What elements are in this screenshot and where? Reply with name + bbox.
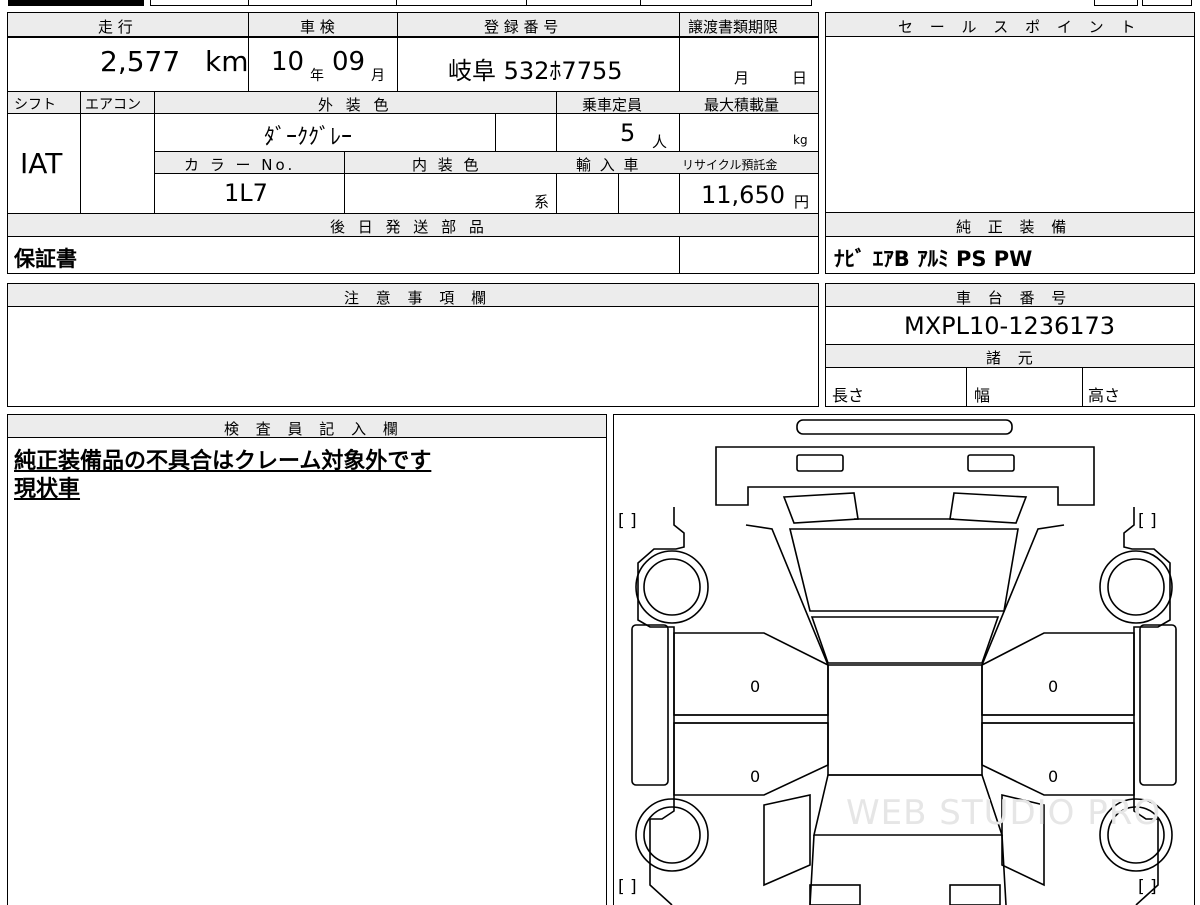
- inspector-line-2: 現状車: [14, 477, 81, 502]
- max-load-unit: kg: [793, 133, 808, 147]
- recycle-unit: 円: [794, 193, 810, 211]
- headlight-left: [796, 454, 844, 472]
- mileage-value: 2,577: [100, 45, 181, 78]
- registration-label: 登 録 番 号: [484, 18, 559, 36]
- inspection-year-unit: 年: [310, 68, 324, 84]
- headlight-right: [967, 454, 1015, 472]
- bracket-bottom-left: [ ]: [618, 877, 637, 897]
- bracket-bottom-right: [ ]: [1138, 877, 1157, 897]
- inspection-label: 車 検: [300, 18, 335, 36]
- door-mark-rear-left: 0: [750, 767, 761, 786]
- top-strip-cell: [640, 0, 812, 6]
- transfer-month-unit: 月: [734, 69, 750, 87]
- shift-value: IAT: [20, 147, 63, 180]
- specs-label: 諸 元: [986, 349, 1039, 367]
- car-diagram-box: [ ] [ ] [ ] [ ] 0 0 0 0 WEB STUDIO PRO: [613, 414, 1195, 905]
- sales-point-label: セ ー ル ス ポ イ ン ト: [898, 18, 1142, 36]
- front-bumper: [715, 446, 1095, 506]
- inspection-month-unit: 月: [371, 68, 385, 84]
- wheel-front-right-inner: [1107, 558, 1165, 616]
- transfer-day-unit: 日: [792, 69, 808, 87]
- rear-bumper-left: [809, 884, 861, 905]
- chassis-box: 車 台 番 号 MXPL10-1236173 諸 元 長さ 幅 高さ: [825, 283, 1195, 407]
- top-strip-cell: [248, 0, 398, 6]
- roof: [810, 616, 1000, 664]
- genuine-equipment-box: 純 正 装 備 ﾅﾋﾞ ｴｱB ｱﾙﾐ PS PW: [825, 212, 1195, 274]
- interior-label: 内 装 色: [412, 156, 482, 174]
- shift-label: シフト: [14, 97, 56, 113]
- watermark: WEB STUDIO PRO: [846, 793, 1162, 833]
- quarter-left: [763, 794, 811, 887]
- wheel-rear-left: [635, 798, 709, 872]
- genuine-equipment-label: 純 正 装 備: [956, 218, 1073, 236]
- notes-box: 注 意 事 項 欄: [7, 283, 819, 407]
- transfer-label: 譲渡書類期限: [688, 18, 779, 36]
- chassis-value: MXPL10-1236173: [904, 312, 1116, 340]
- recycle-value: 11,650: [701, 181, 785, 209]
- ac-label: エアコン: [85, 97, 141, 113]
- body-outline-left: [637, 507, 685, 905]
- import-label: 輸 入 車: [576, 156, 641, 174]
- max-load-label: 最大積載量: [704, 96, 780, 114]
- capacity-unit: 人: [652, 133, 668, 151]
- top-strip-cell: [150, 0, 250, 6]
- roof-bar: [796, 419, 1013, 435]
- registration-value: 岐阜 532ﾎ7755: [448, 57, 623, 85]
- genuine-equipment-value: ﾅﾋﾞ ｴｱB ｱﾙﾐ PS PW: [834, 247, 1033, 271]
- top-strip-cell: [1094, 0, 1138, 6]
- notes-label: 注 意 事 項 欄: [344, 289, 493, 307]
- door-front-right: [981, 632, 1135, 716]
- mirror-left: [782, 492, 859, 524]
- recycle-label: リサイクル預託金: [682, 158, 778, 172]
- color-no-label: カ ラ ー No.: [184, 156, 296, 174]
- capacity-label: 乗車定員: [582, 96, 643, 114]
- top-strip-cell: [526, 0, 642, 6]
- door-mark-rear-right: 0: [1048, 767, 1059, 786]
- body-outline-right: [1123, 507, 1171, 905]
- inspection-month: 09: [332, 47, 366, 77]
- wheel-front-left-inner: [643, 558, 701, 616]
- exterior-label: 外 装 色: [318, 96, 393, 114]
- mirror-right: [949, 492, 1028, 524]
- bracket-top-left: [ ]: [618, 511, 637, 531]
- cabin: [827, 664, 983, 776]
- wheel-rear-left-inner: [643, 806, 701, 864]
- door-front-left: [673, 632, 829, 716]
- sill-right: [1139, 624, 1177, 786]
- color-no-value: 1L7: [224, 179, 268, 207]
- interior-unit: 系: [534, 193, 550, 211]
- sill-left: [631, 624, 669, 786]
- inspection-year: 10: [271, 47, 305, 77]
- bracket-top-right: [ ]: [1138, 511, 1157, 531]
- door-mark-front-right: 0: [1048, 677, 1059, 696]
- width-label: 幅: [974, 386, 991, 405]
- exterior-value: ﾀﾞｰｸｸﾞﾚｰ: [264, 125, 353, 150]
- wheel-front-left: [635, 550, 709, 624]
- windshield: [788, 528, 1019, 612]
- top-strip-black: [8, 0, 144, 6]
- top-strip-cell: [1142, 0, 1192, 6]
- rear-bumper-right: [949, 884, 1001, 905]
- door-mark-front-left: 0: [750, 677, 761, 696]
- top-strip-cell: [396, 0, 528, 6]
- mileage-label: 走 行: [98, 18, 133, 36]
- main-table: 走 行 車 検 登 録 番 号 譲渡書類期限 2,577 km 10 年 09 …: [7, 12, 819, 274]
- height-label: 高さ: [1088, 386, 1121, 405]
- length-label: 長さ: [832, 386, 865, 405]
- sales-point-box: セ ー ル ス ポ イ ン ト: [825, 12, 1195, 214]
- wheel-front-right: [1099, 550, 1173, 624]
- later-parts-value: 保証書: [14, 247, 77, 271]
- inspector-box: 検 査 員 記 入 欄 純正装備品の不具合はクレーム対象外です 現状車: [7, 414, 607, 905]
- chassis-label: 車 台 番 号: [956, 289, 1073, 307]
- later-parts-label: 後 日 発 送 部 品: [330, 218, 488, 236]
- capacity-value: 5: [620, 119, 636, 147]
- inspector-label: 検 査 員 記 入 欄: [224, 420, 404, 438]
- mileage-unit: km: [205, 45, 249, 78]
